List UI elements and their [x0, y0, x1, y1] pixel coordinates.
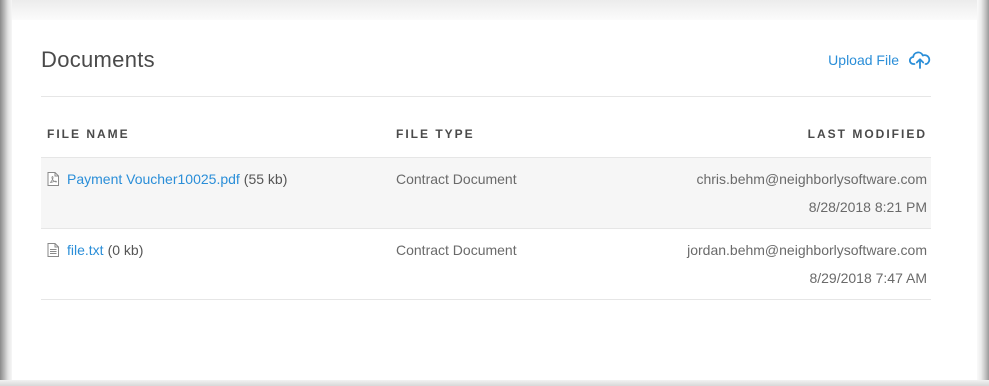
file-size: (0 kb)	[107, 242, 144, 258]
table-header: FILE NAME FILE TYPE LAST MODIFIED	[41, 127, 931, 157]
cloud-upload-icon[interactable]	[909, 51, 931, 69]
column-header-last-modified[interactable]: LAST MODIFIED	[808, 127, 927, 141]
window-left-shadow	[0, 0, 12, 386]
header-divider	[41, 96, 931, 97]
last-modified-cell: chris.behm@neighborlysoftware.com 8/28/2…	[696, 165, 927, 221]
window: Documents Upload File FILE NAME FILE TYP…	[0, 0, 989, 386]
file-name-cell: file.txt (0 kb)	[47, 242, 143, 258]
modified-by: chris.behm@neighborlysoftware.com	[696, 171, 927, 187]
modified-date: 8/29/2018 7:47 AM	[809, 270, 927, 286]
upload-file-label[interactable]: Upload File	[828, 52, 899, 68]
table-row: Payment Voucher10025.pdf (55 kb) Contract…	[41, 157, 931, 228]
file-link[interactable]: file.txt	[67, 242, 104, 258]
modified-date: 8/28/2018 8:21 PM	[808, 199, 927, 215]
documents-table: FILE NAME FILE TYPE LAST MODIFIED Paymen…	[41, 127, 931, 300]
column-header-file-name[interactable]: FILE NAME	[47, 127, 130, 141]
window-bottom-shadow	[0, 380, 989, 386]
pdf-file-icon	[47, 172, 59, 186]
last-modified-cell: jordan.behm@neighborlysoftware.com 8/29/…	[687, 236, 927, 292]
text-file-icon	[47, 243, 59, 257]
file-type-cell: Contract Document	[396, 242, 517, 258]
file-link[interactable]: Payment Voucher10025.pdf	[67, 171, 240, 187]
page-title: Documents	[41, 47, 155, 72]
window-right-shadow	[977, 0, 989, 386]
window-top-shadow	[0, 0, 989, 20]
file-type-cell: Contract Document	[396, 171, 517, 187]
column-header-file-type[interactable]: FILE TYPE	[396, 127, 475, 141]
table-row: file.txt (0 kb) Contract Document jordan.…	[41, 228, 931, 300]
modified-by: jordan.behm@neighborlysoftware.com	[687, 242, 927, 258]
upload-file-button[interactable]: Upload File	[828, 51, 931, 69]
file-size: (55 kb)	[243, 171, 288, 187]
documents-header: Documents Upload File	[41, 47, 931, 97]
file-name-cell: Payment Voucher10025.pdf (55 kb)	[47, 171, 287, 187]
